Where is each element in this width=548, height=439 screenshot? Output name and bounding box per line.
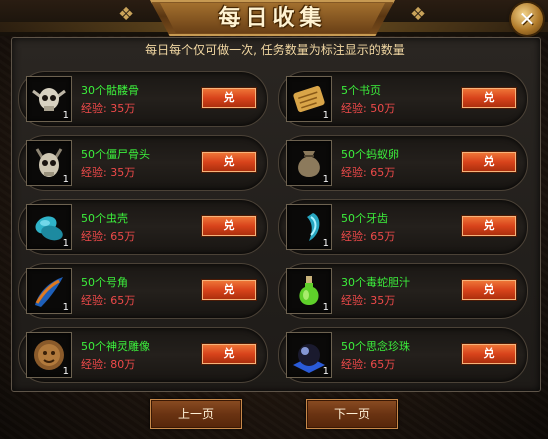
close-icon: ✕ xyxy=(518,7,536,31)
close-button[interactable]: ✕ xyxy=(511,3,543,35)
item-exp: 经验: 65万 xyxy=(341,166,396,179)
item-slot[interactable]: 1 xyxy=(26,332,72,378)
exchange-button[interactable]: 兑 xyxy=(461,343,517,365)
item-card-4: 1 50个虫壳 经验: 65万 兑 xyxy=(18,199,268,255)
item-card-0: 1 30个骷髅骨 经验: 35万 兑 xyxy=(18,71,268,127)
item-name: 5个书页 xyxy=(341,84,381,97)
item-card-9: 1 50个思念珍珠 经验: 65万 兑 xyxy=(278,327,528,383)
item-count: 1 xyxy=(62,302,69,313)
item-count: 1 xyxy=(322,238,329,249)
item-exp: 经验: 35万 xyxy=(341,294,396,307)
item-count: 1 xyxy=(322,302,329,313)
item-card-5: 1 50个牙齿 经验: 65万 兑 xyxy=(278,199,528,255)
item-name: 50个牙齿 xyxy=(341,212,388,225)
item-count: 1 xyxy=(322,110,329,121)
item-exp: 经验: 35万 xyxy=(81,166,136,179)
exchange-button[interactable]: 兑 xyxy=(461,215,517,237)
exchange-button[interactable]: 兑 xyxy=(461,151,517,173)
item-card-8: 1 50个神灵雕像 经验: 80万 兑 xyxy=(18,327,268,383)
item-name: 50个虫壳 xyxy=(81,212,128,225)
window-title: 每日收集 xyxy=(218,6,327,31)
task-notice: 每日每个仅可做一次, 任务数量为标注显示的数量 xyxy=(145,43,405,57)
exchange-button[interactable]: 兑 xyxy=(201,343,257,365)
item-count: 1 xyxy=(62,174,69,185)
item-count: 1 xyxy=(322,174,329,185)
ornament-left-icon: ❖ xyxy=(118,4,135,25)
item-exp: 经验: 80万 xyxy=(81,358,136,371)
item-card-6: 1 50个号角 经验: 65万 兑 xyxy=(18,263,268,319)
item-exp: 经验: 65万 xyxy=(81,230,136,243)
item-count: 1 xyxy=(62,110,69,121)
item-card-3: 1 50个蚂蚁卵 经验: 65万 兑 xyxy=(278,135,528,191)
exchange-button[interactable]: 兑 xyxy=(201,215,257,237)
item-slot[interactable]: 1 xyxy=(26,204,72,250)
item-card-1: 1 5个书页 经验: 50万 兑 xyxy=(278,71,528,127)
item-count: 1 xyxy=(62,238,69,249)
exchange-button[interactable]: 兑 xyxy=(201,87,257,109)
item-slot[interactable]: 1 xyxy=(286,140,332,186)
item-slot[interactable]: 1 xyxy=(26,140,72,186)
item-name: 50个思念珍珠 xyxy=(341,340,410,353)
item-slot[interactable]: 1 xyxy=(286,204,332,250)
item-exp: 经验: 35万 xyxy=(81,102,136,115)
item-name: 30个毒蛇胆汁 xyxy=(341,276,410,289)
next-page-button[interactable]: 下一页 xyxy=(306,399,398,429)
item-exp: 经验: 50万 xyxy=(341,102,396,115)
item-slot[interactable]: 1 xyxy=(286,76,332,122)
item-card-2: 1 50个僵尸骨头 经验: 35万 兑 xyxy=(18,135,268,191)
exchange-button[interactable]: 兑 xyxy=(461,279,517,301)
item-name: 50个僵尸骨头 xyxy=(81,148,150,161)
prev-page-button[interactable]: 上一页 xyxy=(150,399,242,429)
item-count: 1 xyxy=(322,366,329,377)
item-count: 1 xyxy=(62,366,69,377)
item-exp: 经验: 65万 xyxy=(341,230,396,243)
item-slot[interactable]: 1 xyxy=(286,268,332,314)
item-slot[interactable]: 1 xyxy=(286,332,332,378)
item-name: 50个蚂蚁卵 xyxy=(341,148,399,161)
ornament-right-icon: ❖ xyxy=(410,4,427,25)
exchange-button[interactable]: 兑 xyxy=(201,151,257,173)
item-exp: 经验: 65万 xyxy=(341,358,396,371)
item-name: 30个骷髅骨 xyxy=(81,84,139,97)
item-name: 50个号角 xyxy=(81,276,128,289)
exchange-button[interactable]: 兑 xyxy=(461,87,517,109)
item-name: 50个神灵雕像 xyxy=(81,340,150,353)
exchange-button[interactable]: 兑 xyxy=(201,279,257,301)
item-slot[interactable]: 1 xyxy=(26,268,72,314)
item-slot[interactable]: 1 xyxy=(26,76,72,122)
item-exp: 经验: 65万 xyxy=(81,294,136,307)
item-card-7: 1 30个毒蛇胆汁 经验: 35万 兑 xyxy=(278,263,528,319)
